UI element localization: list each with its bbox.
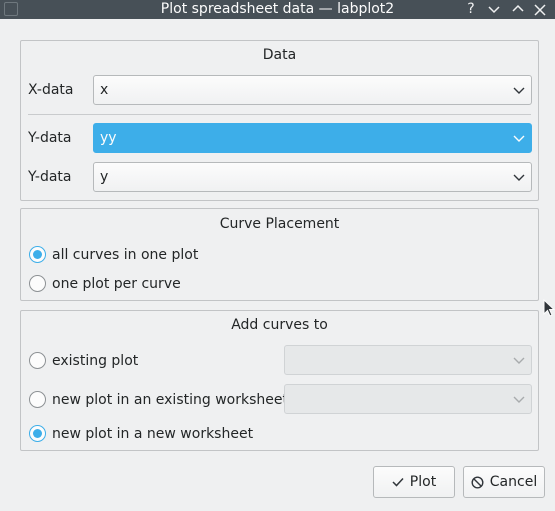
chevron-up-icon	[512, 4, 524, 12]
chevron-down-icon	[513, 87, 525, 94]
radio-button[interactable]	[29, 275, 46, 292]
x-data-value: x	[100, 82, 109, 98]
radio-label: existing plot	[52, 352, 139, 369]
x-data-combo[interactable]: x	[93, 75, 532, 105]
add-curves-group: Add curves to existing plot new plot in …	[20, 310, 539, 451]
data-group-title: Data	[262, 47, 297, 63]
chevron-down-icon	[513, 357, 525, 364]
y-data-value-1: yy	[100, 130, 117, 146]
radio-new-plot-new-worksheet[interactable]: new plot in a new worksheet	[29, 425, 253, 442]
close-icon	[534, 4, 546, 16]
y-data-label: Y-data	[28, 130, 72, 146]
radio-new-plot-existing-worksheet[interactable]: new plot in an existing worksheet	[29, 391, 288, 408]
radio-existing-plot[interactable]: existing plot	[29, 352, 138, 369]
title-bar: Plot spreadsheet data — labplot2 ?	[0, 0, 555, 19]
radio-button[interactable]	[29, 425, 46, 442]
y-data-value-2: y	[100, 169, 109, 185]
separator	[28, 114, 531, 115]
curve-placement-title: Curve Placement	[219, 216, 340, 232]
plot-button[interactable]: Plot	[373, 466, 455, 498]
cancel-button[interactable]: Cancel	[463, 466, 545, 498]
radio-button[interactable]	[29, 246, 46, 263]
close-button[interactable]	[531, 0, 549, 19]
radio-label: new plot in a new worksheet	[52, 425, 254, 442]
minimize-button[interactable]	[485, 0, 503, 19]
chevron-down-icon	[513, 396, 525, 403]
radio-all-curves-one-plot[interactable]: all curves in one plot	[29, 246, 198, 263]
y-data-label-2: Y-data	[28, 169, 72, 185]
add-curves-title: Add curves to	[231, 317, 328, 333]
radio-label: all curves in one plot	[52, 246, 199, 263]
existing-plot-combo[interactable]	[284, 345, 532, 375]
question-mark-icon: ?	[467, 1, 475, 17]
mouse-cursor-icon	[543, 299, 555, 317]
radio-button[interactable]	[29, 391, 46, 408]
y-data-combo-2[interactable]: y	[93, 162, 532, 192]
x-data-label: X-data	[28, 82, 74, 98]
data-group: Data X-data x Y-data yy Y-data y	[20, 40, 539, 201]
radio-label: new plot in an existing worksheet	[52, 391, 288, 408]
y-data-combo-1[interactable]: yy	[93, 123, 532, 153]
curve-placement-group: Curve Placement all curves in one plot o…	[20, 208, 539, 301]
cancel-button-label: Cancel	[489, 474, 538, 490]
existing-worksheet-combo[interactable]	[284, 384, 532, 414]
help-button[interactable]: ?	[462, 0, 480, 19]
checkmark-icon	[392, 477, 404, 487]
chevron-down-icon	[513, 174, 525, 181]
cancel-icon	[471, 475, 484, 489]
radio-label: one plot per curve	[52, 275, 181, 292]
chevron-down-icon	[513, 135, 525, 142]
radio-one-plot-per-curve[interactable]: one plot per curve	[29, 275, 181, 292]
radio-button[interactable]	[29, 352, 46, 369]
maximize-button[interactable]	[509, 0, 527, 19]
chevron-down-icon	[488, 6, 500, 14]
plot-button-label: Plot	[409, 474, 437, 490]
